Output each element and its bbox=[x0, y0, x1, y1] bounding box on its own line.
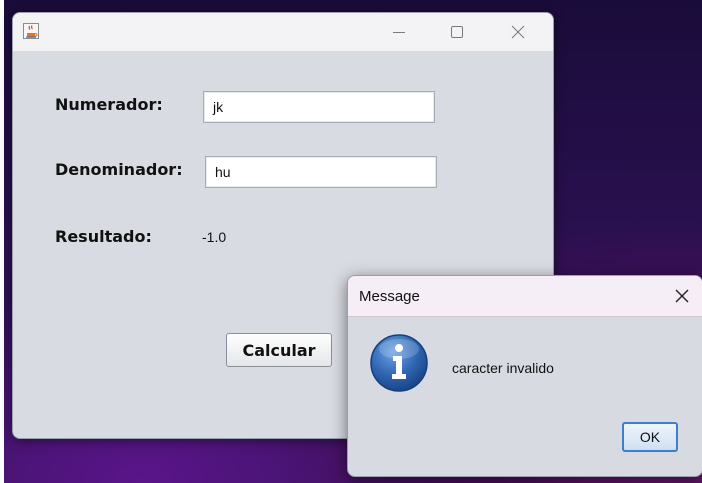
dialog-title: Message bbox=[359, 288, 420, 305]
message-dialog: Message caracter invalido OK bbox=[347, 275, 702, 477]
minimize-button[interactable] bbox=[376, 13, 422, 51]
dialog-close-button[interactable] bbox=[670, 284, 694, 308]
resultado-value: -1.0 bbox=[202, 229, 227, 245]
dialog-title-bar[interactable]: Message bbox=[348, 276, 702, 317]
close-button[interactable] bbox=[495, 13, 541, 51]
denominador-field[interactable]: hu bbox=[205, 156, 437, 188]
resultado-label: Resultado: bbox=[55, 227, 152, 246]
info-icon bbox=[370, 334, 428, 392]
maximize-icon bbox=[451, 26, 463, 38]
maximize-button[interactable] bbox=[434, 13, 480, 51]
calcular-button[interactable]: Calcular bbox=[226, 333, 332, 367]
numerador-field[interactable]: jk bbox=[203, 91, 435, 123]
dialog-message: caracter invalido bbox=[452, 360, 554, 376]
ok-button[interactable]: OK bbox=[622, 422, 678, 452]
java-app-icon bbox=[23, 23, 39, 39]
close-icon bbox=[675, 289, 689, 303]
title-bar[interactable] bbox=[13, 13, 553, 51]
close-icon bbox=[511, 25, 525, 39]
denominador-label: Denominador: bbox=[55, 160, 183, 179]
numerador-label: Numerador: bbox=[55, 95, 163, 114]
minimize-icon bbox=[393, 32, 405, 33]
